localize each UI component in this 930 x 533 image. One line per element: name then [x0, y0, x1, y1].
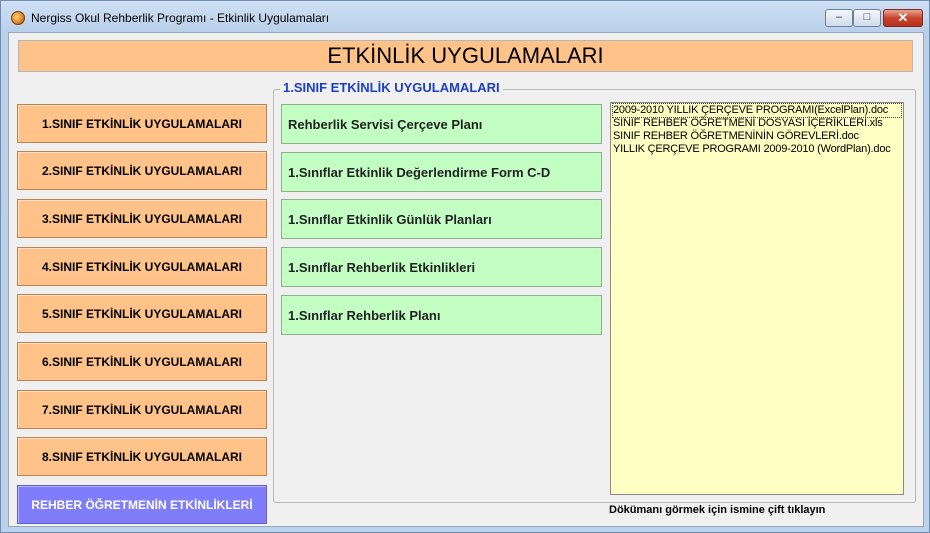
sidebar-item-grade-5[interactable]: 5.SINIF ETKİNLİK UYGULAMALARI [17, 294, 267, 333]
guidance-plan-button[interactable]: 1.Sınıflar Rehberlik Planı [281, 295, 602, 335]
sidebar-item-grade-7[interactable]: 7.SINIF ETKİNLİK UYGULAMALARI [17, 390, 267, 429]
sidebar-item-grade-6[interactable]: 6.SINIF ETKİNLİK UYGULAMALARI [17, 342, 267, 381]
teacher-activities-button[interactable]: REHBER ÖĞRETMENİN ETKİNLİKLERİ [17, 485, 267, 524]
window-title: Nergiss Okul Rehberlik Programı - Etkinl… [31, 11, 330, 25]
close-button[interactable]: ✕ [883, 9, 923, 27]
guidance-activities-button[interactable]: 1.Sınıflar Rehberlik Etkinlikleri [281, 247, 602, 287]
sidebar-item-grade-3[interactable]: 3.SINIF ETKİNLİK UYGULAMALARI [17, 199, 267, 238]
sidebar-item-grade-4[interactable]: 4.SINIF ETKİNLİK UYGULAMALARI [17, 247, 267, 286]
list-item[interactable]: 2009-2010 YILLIK ÇERÇEVE PROGRAMI(ExcelP… [612, 103, 902, 118]
sidebar-item-grade-8[interactable]: 8.SINIF ETKİNLİK UYGULAMALARI [17, 437, 267, 476]
framework-plan-button[interactable]: Rehberlik Servisi Çerçeve Planı [281, 104, 602, 144]
page-title: ETKİNLİK UYGULAMALARI [18, 40, 913, 72]
sidebar-item-grade-2[interactable]: 2.SINIF ETKİNLİK UYGULAMALARI [17, 151, 267, 190]
sidebar-item-grade-1[interactable]: 1.SINIF ETKİNLİK UYGULAMALARI [17, 104, 267, 143]
daily-plans-button[interactable]: 1.Sınıflar Etkinlik Günlük Planları [281, 199, 602, 239]
list-item[interactable]: YILLIK ÇERÇEVE PROGRAMI 2009-2010 (WordP… [613, 143, 901, 156]
title-bar[interactable]: Nergiss Okul Rehberlik Programı - Etkinl… [1, 1, 929, 34]
double-click-hint: Dökümanı görmek için ismine çift tıklayı… [609, 504, 826, 516]
maximize-button[interactable]: □ [853, 9, 881, 27]
list-item[interactable]: SINIF REHBER ÖĞRETMENİ DOSYASI İÇERİKLER… [613, 117, 901, 130]
minimize-button[interactable]: – [825, 9, 853, 27]
app-gear-icon [11, 11, 25, 25]
list-item[interactable]: SINIF REHBER ÖĞRETMENİNİN GÖREVLERİ.doc [613, 130, 901, 143]
client-area: ETKİNLİK UYGULAMALARI 1.SINIF ETKİNLİK U… [8, 32, 924, 527]
evaluation-form-button[interactable]: 1.Sınıflar Etkinlik Değerlendirme Form C… [281, 152, 602, 192]
app-window: Nergiss Okul Rehberlik Programı - Etkinl… [0, 0, 930, 533]
document-list[interactable]: 2009-2010 YILLIK ÇERÇEVE PROGRAMI(ExcelP… [610, 102, 904, 495]
groupbox-legend: 1.SINIF ETKİNLİK UYGULAMALARI [280, 80, 503, 95]
